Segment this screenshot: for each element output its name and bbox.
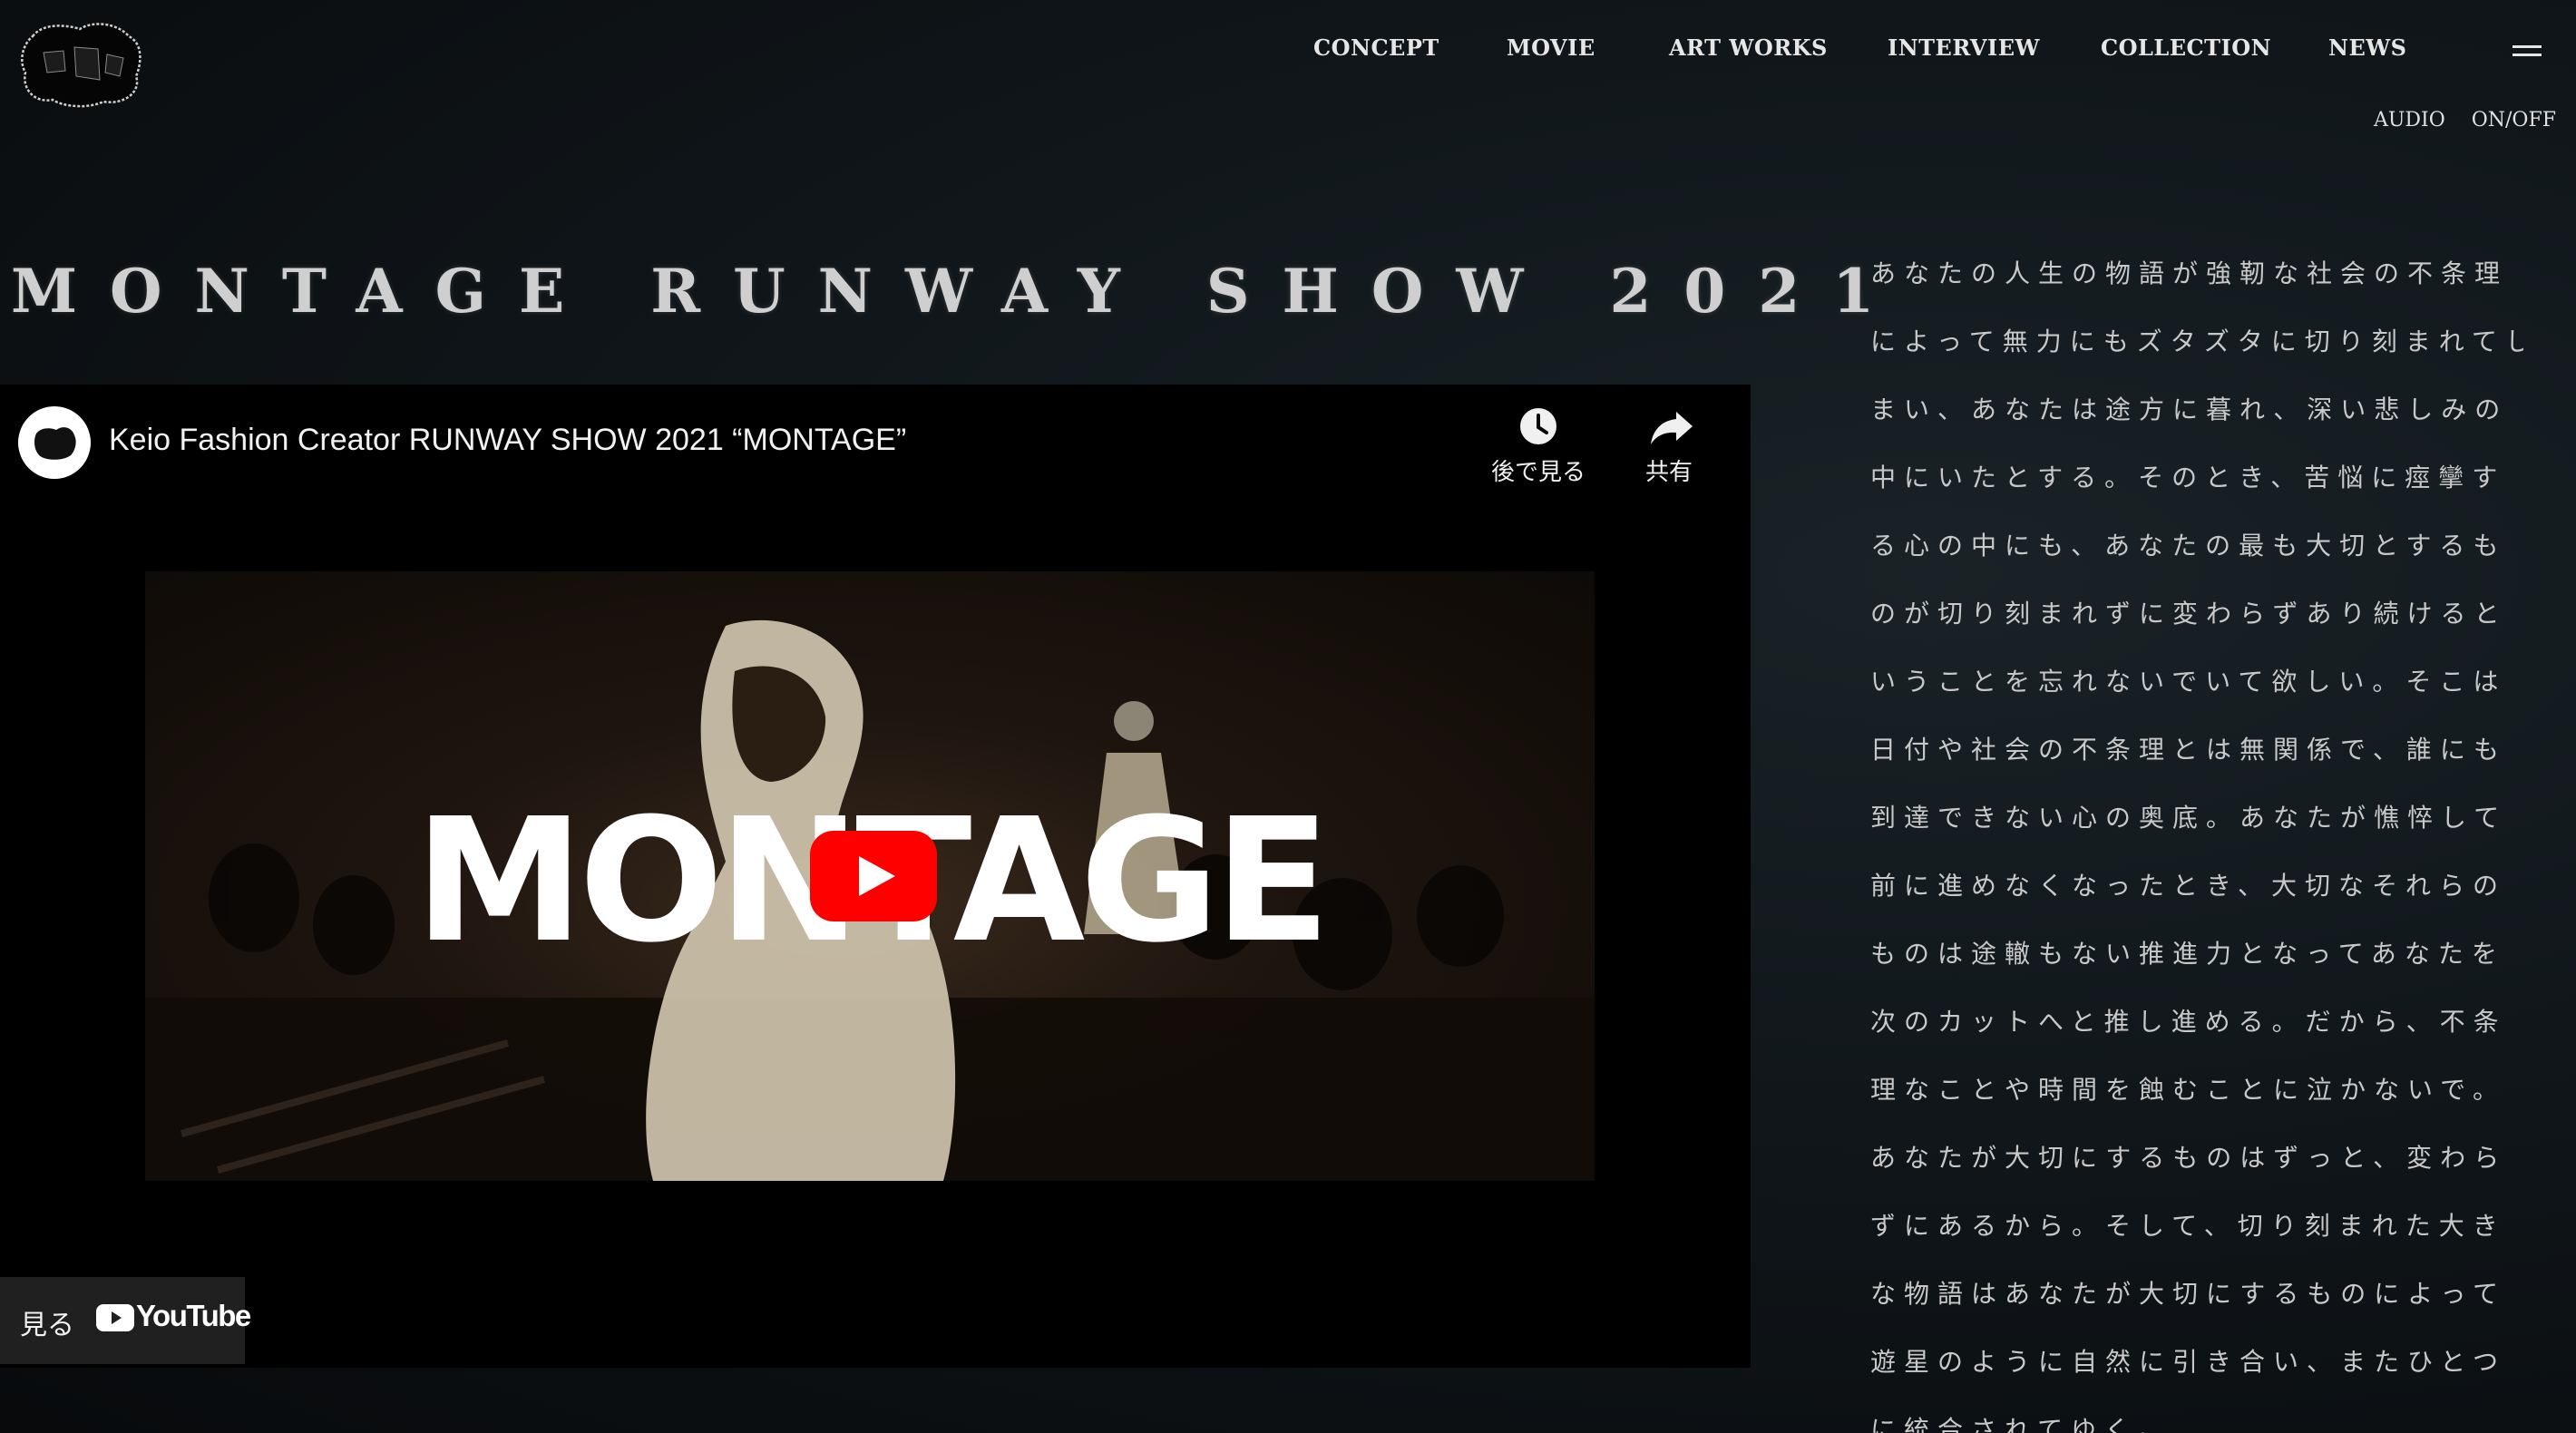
video-title-link[interactable]: Keio Fashion Creator RUNWAY SHOW 2021 “M… xyxy=(109,423,906,458)
concept-line: ずにあるから。そして、切り刻まれた大き xyxy=(1870,1211,2506,1241)
concept-line: あなたが大切にするものはずっと、変わら xyxy=(1870,1143,2508,1173)
concept-line: ものは途轍もない推進力となってあなたを xyxy=(1870,939,2505,969)
concept-line: に統合されてゆく。 xyxy=(1870,1415,2172,1433)
nav-item-interview[interactable]: INTERVIEW xyxy=(1888,34,2040,61)
watch-later-label: 後で見る xyxy=(1490,459,1586,486)
channel-avatar[interactable] xyxy=(18,406,91,479)
play-icon[interactable] xyxy=(810,831,937,921)
nav-item-art-works[interactable]: ART WORKS xyxy=(1669,34,1828,61)
hamburger-icon[interactable] xyxy=(2513,45,2542,60)
audio-toggle-button[interactable]: ON/OFF xyxy=(2472,109,2556,132)
concept-line: 理なことや時間を蝕むことに泣かないで。 xyxy=(1870,1075,2507,1105)
concept-line: いうことを忘れないでいて欲しい。そこは xyxy=(1870,667,2507,697)
watch-later-button[interactable]: 後で見る xyxy=(1475,405,1602,487)
concept-text: あなたの人生の物語が強靭な社会の不条理 によって無力にもズタズタに切り刻まれてしま… xyxy=(1870,254,2523,1433)
concept-line: まい、あなたは途方に暮れ、深い悲しみの xyxy=(1870,395,2509,424)
concept-line: によって無力にもズタズタに切り刻まれてし xyxy=(1870,327,2523,356)
youtube-player[interactable]: Keio Fashion Creator RUNWAY SHOW 2021 “M… xyxy=(0,385,1751,1368)
nav-item-collection[interactable]: COLLECTION xyxy=(2101,34,2271,61)
watch-on-youtube-button[interactable]: 見る YouTube xyxy=(0,1277,251,1364)
share-label: 共有 xyxy=(1644,459,1693,486)
concept-line: な物語はあなたが大切にするものによって xyxy=(1870,1279,2507,1309)
channel-logo-icon xyxy=(34,427,76,460)
audio-control: AUDIO ON/OFF xyxy=(2354,109,2556,132)
concept-line: 到達できない心の奥底。あなたが憔悴して xyxy=(1870,803,2508,833)
audio-label: AUDIO xyxy=(2373,109,2445,132)
watch-on-label: 見る xyxy=(20,1310,74,1341)
concept-line: 中にいたとする。そのとき、苦悩に痙攣す xyxy=(1870,463,2506,492)
concept-line: あなたの人生の物語が強靭な社会の不条理 xyxy=(1870,258,2509,288)
share-button[interactable]: 共有 xyxy=(1605,405,1732,487)
concept-line: 遊星のように自然に引き合い、またひとつ xyxy=(1870,1347,2507,1377)
concept-line: 次のカットへと推し進める。だから、不条 xyxy=(1870,1007,2507,1037)
clock-icon xyxy=(1520,408,1556,444)
concept-line: る心の中にも、あなたの最も大切とするも xyxy=(1870,531,2507,561)
concept-line: 日付や社会の不条理とは無関係で、誰にも xyxy=(1870,735,2507,765)
nav-item-concept[interactable]: CONCEPT xyxy=(1313,34,1439,61)
share-arrow-icon xyxy=(1651,412,1693,444)
concept-line: 前に進めなくなったとき、大切なそれらの xyxy=(1870,871,2507,901)
nav-item-movie[interactable]: MOVIE xyxy=(1507,34,1595,61)
youtube-wordmark: YouTube xyxy=(136,1299,251,1332)
page-title: MONTAGE RUNWAY SHOW 2021 xyxy=(11,256,1908,327)
main-nav: CONCEPT MOVIE ART WORKS INTERVIEW COLLEC… xyxy=(0,34,2576,71)
concept-line: のが切り刻まれずに変わらずあり続けると xyxy=(1870,599,2508,629)
youtube-logo-icon xyxy=(96,1304,134,1331)
nav-item-news[interactable]: NEWS xyxy=(2328,34,2407,61)
